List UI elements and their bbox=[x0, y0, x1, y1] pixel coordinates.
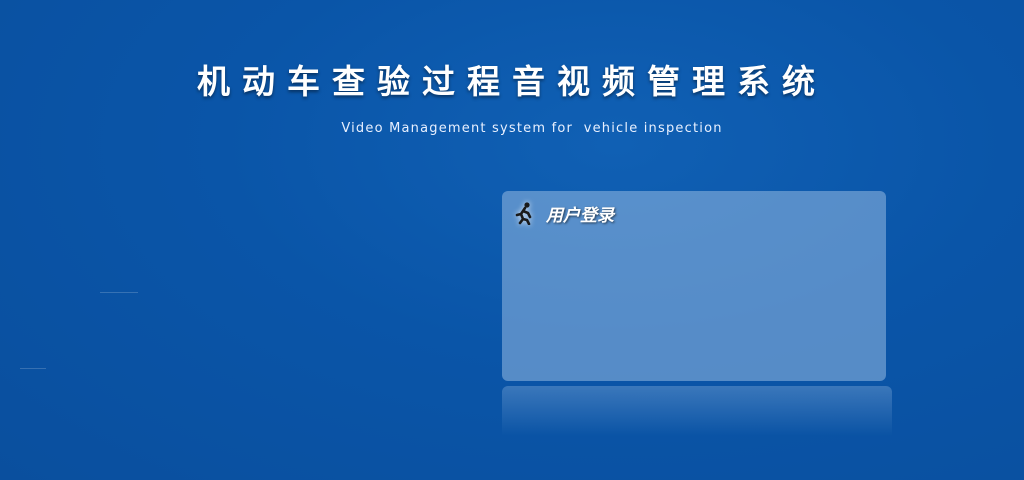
page-subtitle: Video Management system for vehicle insp… bbox=[341, 121, 723, 136]
runner-icon bbox=[512, 201, 536, 226]
deco-streak bbox=[20, 368, 46, 369]
page-title: 机动车查验过程音视频管理系统 bbox=[197, 62, 827, 101]
deco-streak bbox=[100, 292, 138, 293]
login-panel: 用户登录 bbox=[502, 191, 886, 381]
login-panel-reflection bbox=[502, 386, 892, 436]
login-header: 用户登录 bbox=[512, 200, 614, 226]
login-title: 用户登录 bbox=[546, 205, 614, 226]
